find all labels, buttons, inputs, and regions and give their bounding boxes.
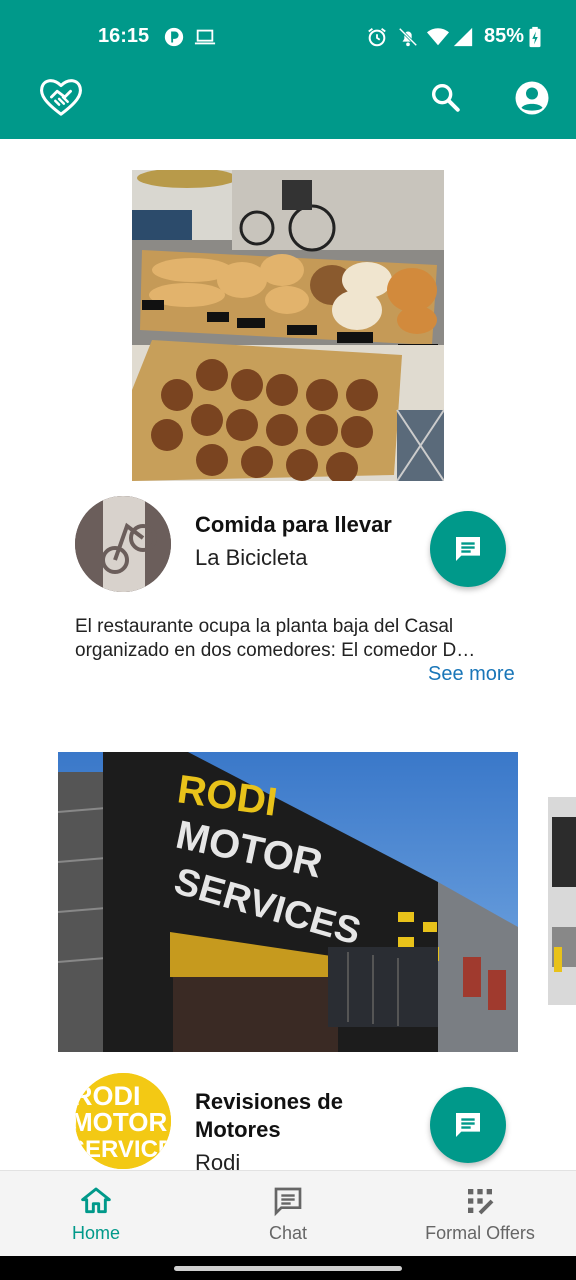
nav-chat[interactable]: Chat: [238, 1171, 338, 1257]
heart-handshake-icon: [40, 79, 82, 116]
app-header: 16:15 85%: [0, 0, 576, 139]
chat-button[interactable]: [430, 1087, 506, 1163]
svg-text:SERVICE: SERVICE: [75, 1136, 171, 1163]
status-time: 16:15: [98, 25, 150, 47]
nav-formal-offers[interactable]: Formal Offers: [410, 1171, 550, 1257]
status-bar: 16:15 85%: [0, 20, 576, 54]
search-icon[interactable]: [428, 80, 462, 114]
signal-icon: [453, 27, 473, 47]
account-circle-icon[interactable]: [514, 80, 550, 116]
formal-offers-icon: [468, 1189, 494, 1215]
listing-business-name: La Bicicleta: [195, 545, 308, 570]
message-icon: [456, 537, 480, 561]
bottom-navigation: Home Chat Formal Offers: [0, 1170, 576, 1257]
alarm-icon: [368, 28, 386, 47]
notifications-off-icon: [398, 27, 418, 47]
svg-text:MOTOR: MOTOR: [75, 1107, 168, 1137]
nav-home[interactable]: Home: [46, 1171, 146, 1257]
home-icon: [81, 1187, 111, 1214]
business-avatar-bicicleta: [75, 496, 171, 592]
listing-title: Comida para llevar: [195, 512, 392, 537]
nav-formal-offers-label: Formal Offers: [425, 1223, 535, 1243]
listing-business-name: Rodi: [195, 1150, 241, 1170]
nav-home-label: Home: [71, 1223, 120, 1243]
listing-title: Revisiones de Motores: [195, 1089, 343, 1142]
see-more-link[interactable]: See more: [428, 663, 515, 686]
gesture-navigation-bar: [0, 1256, 576, 1280]
message-icon: [456, 1113, 480, 1137]
battery-percent: 85%: [484, 25, 525, 47]
listings-feed[interactable]: Comida para llevar La Bicicleta El resta…: [0, 139, 576, 1170]
home-gesture-handle[interactable]: [174, 1266, 402, 1271]
business-avatar-rodi: RODI MOTOR SERVICE: [75, 1073, 171, 1169]
listing-description: El restaurante ocupa la planta baja del …: [75, 616, 476, 661]
listing-photo-pastries[interactable]: [132, 170, 444, 481]
chat-icon: [274, 1187, 302, 1217]
laptop-icon: [194, 29, 216, 45]
profile-status-icon: [164, 27, 184, 47]
listing-photo-rodi-building[interactable]: RODI MOTOR SERVICES: [58, 752, 518, 1052]
chat-button[interactable]: [430, 511, 506, 587]
next-listing-photo-peek[interactable]: [548, 797, 576, 1005]
battery-charging-icon: [529, 26, 541, 48]
nav-chat-label: Chat: [268, 1223, 308, 1243]
wifi-icon: [427, 28, 449, 46]
